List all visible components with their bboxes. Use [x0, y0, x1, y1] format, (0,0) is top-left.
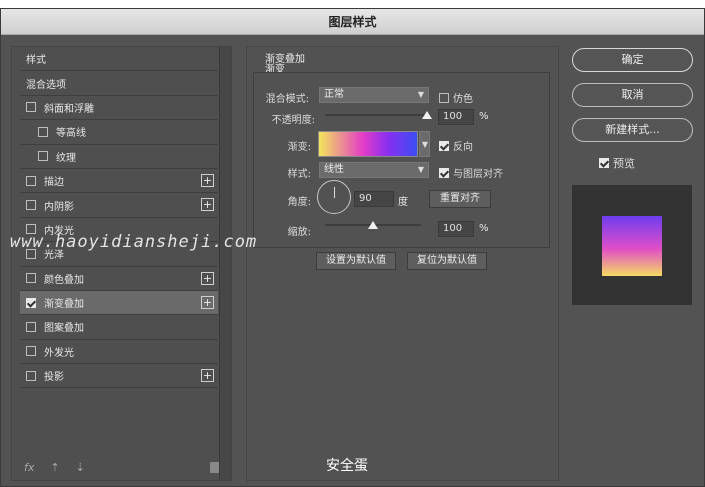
cancel-button[interactable]: 取消: [572, 83, 693, 107]
style-item-checkbox[interactable]: [26, 370, 36, 381]
angle-input[interactable]: 90: [354, 191, 394, 207]
styles-list-panel: 样式 混合选项 斜面和浮雕 等高线 纹理 描边 + 内阴影 + 内发光 光泽 颜色叠加 + 渐变叠加 + 图案…: [11, 46, 232, 481]
style-item-label: 内阴影: [44, 201, 74, 213]
angle-dial[interactable]: [317, 180, 351, 214]
opacity-slider[interactable]: [325, 114, 427, 116]
style-item-label: 外发光: [44, 347, 74, 359]
style-item-3[interactable]: 等高线: [20, 120, 218, 145]
style-item-checkbox[interactable]: [26, 273, 36, 284]
blend-mode-select[interactable]: 正常 ▼: [319, 87, 429, 103]
style-item-10[interactable]: 渐变叠加 +: [20, 290, 218, 316]
watermark-text: www.haoyidiansheji.com: [10, 232, 258, 252]
style-item-2[interactable]: 斜面和浮雕: [20, 96, 218, 121]
reverse-checkbox-box[interactable]: [439, 140, 449, 151]
style-item-checkbox[interactable]: [26, 297, 36, 308]
style-item-label: 混合选项: [26, 79, 66, 91]
style-item-label: 描边: [44, 177, 64, 189]
styles-list: 样式 混合选项 斜面和浮雕 等高线 纹理 描边 + 内阴影 + 内发光 光泽 颜色叠加 + 渐变叠加 + 图案…: [20, 47, 218, 389]
chevron-down-icon: ▼: [417, 165, 424, 174]
reverse-checkbox[interactable]: 反向: [439, 138, 473, 153]
style-item-checkbox[interactable]: [38, 126, 48, 137]
style-item-13[interactable]: 投影 +: [20, 364, 218, 389]
opacity-input[interactable]: 100: [438, 109, 474, 125]
trash-icon[interactable]: [210, 462, 219, 473]
chevron-down-icon: ▼: [421, 140, 428, 149]
style-item-label: 纹理: [56, 152, 76, 164]
ok-button[interactable]: 确定: [572, 48, 693, 72]
gradient-picker-dropdown[interactable]: ▼: [419, 131, 430, 157]
preview-checkbox[interactable]: 预览: [599, 155, 635, 171]
reverse-label: 反向: [453, 142, 473, 153]
style-item-11[interactable]: 图案叠加: [20, 315, 218, 340]
blend-mode-label: 混合模式:: [265, 94, 309, 105]
new-style-button[interactable]: 新建样式...: [572, 118, 693, 142]
opacity-slider-thumb[interactable]: [422, 111, 432, 119]
style-item-checkbox[interactable]: [26, 102, 36, 113]
add-effect-icon[interactable]: +: [201, 295, 214, 309]
dither-label: 仿色: [453, 94, 473, 105]
style-item-5[interactable]: 描边 +: [20, 169, 218, 194]
style-item-4[interactable]: 纹理: [20, 145, 218, 169]
move-down-icon[interactable]: ⇣: [76, 461, 85, 474]
chevron-down-icon: ▼: [417, 90, 424, 99]
style-item-1[interactable]: 混合选项: [20, 71, 218, 96]
style-item-label: 投影: [44, 372, 64, 384]
add-effect-icon[interactable]: +: [201, 369, 214, 383]
style-item-label: 渐变叠加: [44, 299, 84, 311]
blend-mode-value: 正常: [324, 89, 344, 100]
scale-label: 缩放:: [287, 227, 311, 238]
preview-checkbox-box[interactable]: [599, 158, 609, 168]
scale-input[interactable]: 100: [438, 221, 474, 237]
fx-button[interactable]: fx: [24, 461, 34, 474]
style-select[interactable]: 线性 ▼: [319, 162, 429, 178]
style-item-label: 斜面和浮雕: [44, 103, 94, 115]
dither-checkbox[interactable]: 仿色: [439, 90, 473, 105]
gradient-swatch[interactable]: [318, 131, 418, 157]
style-item-label: 等高线: [56, 128, 86, 140]
gradient-overlay-panel: 渐变叠加 渐变 混合模式: 正常 ▼ 仿色 不透明度: 100 % 渐变: ▼ …: [246, 46, 559, 481]
style-item-checkbox[interactable]: [26, 200, 36, 211]
opacity-label: 不透明度:: [271, 115, 315, 126]
add-effect-icon[interactable]: +: [201, 198, 214, 212]
dither-checkbox-box[interactable]: [439, 92, 449, 103]
style-item-12[interactable]: 外发光: [20, 340, 218, 365]
preview-thumbnail: [602, 216, 662, 276]
style-item-6[interactable]: 内阴影 +: [20, 193, 218, 218]
angle-unit: 度: [398, 197, 408, 208]
reset-to-default-button[interactable]: 复位为默认值: [407, 252, 487, 270]
angle-label: 角度:: [287, 197, 311, 208]
add-effect-icon[interactable]: +: [201, 271, 214, 285]
make-default-button[interactable]: 设置为默认值: [316, 252, 396, 270]
styles-list-footer: fx ⇡ ⇣: [12, 454, 231, 480]
scale-slider-thumb[interactable]: [368, 221, 378, 229]
style-value: 线性: [324, 164, 344, 175]
style-item-checkbox[interactable]: [26, 321, 36, 332]
scale-unit: %: [479, 223, 489, 234]
style-item-label: 样式: [26, 55, 46, 67]
style-item-checkbox[interactable]: [26, 346, 36, 357]
gradient-label: 渐变:: [287, 142, 311, 153]
style-item-checkbox[interactable]: [26, 175, 36, 186]
move-up-icon[interactable]: ⇡: [50, 461, 59, 474]
caption-text: 安全蛋: [326, 458, 368, 474]
style-item-label: 颜色叠加: [44, 274, 84, 286]
style-item-9[interactable]: 颜色叠加 +: [20, 267, 218, 291]
style-item-0[interactable]: 样式: [20, 47, 218, 72]
styles-list-scrollbar[interactable]: [219, 47, 231, 480]
align-with-layer-checkbox[interactable]: 与图层对齐: [439, 165, 503, 180]
align-checkbox-box[interactable]: [439, 167, 449, 178]
preview-area: [572, 185, 692, 305]
dialog-title: 图层样式: [1, 9, 704, 35]
align-label: 与图层对齐: [453, 169, 503, 180]
style-label: 样式:: [287, 169, 311, 180]
preview-label: 预览: [613, 157, 635, 170]
style-item-checkbox[interactable]: [38, 151, 48, 162]
style-item-label: 图案叠加: [44, 323, 84, 335]
opacity-unit: %: [479, 111, 489, 122]
add-effect-icon[interactable]: +: [201, 173, 214, 187]
reset-alignment-button[interactable]: 重置对齐: [429, 190, 491, 208]
